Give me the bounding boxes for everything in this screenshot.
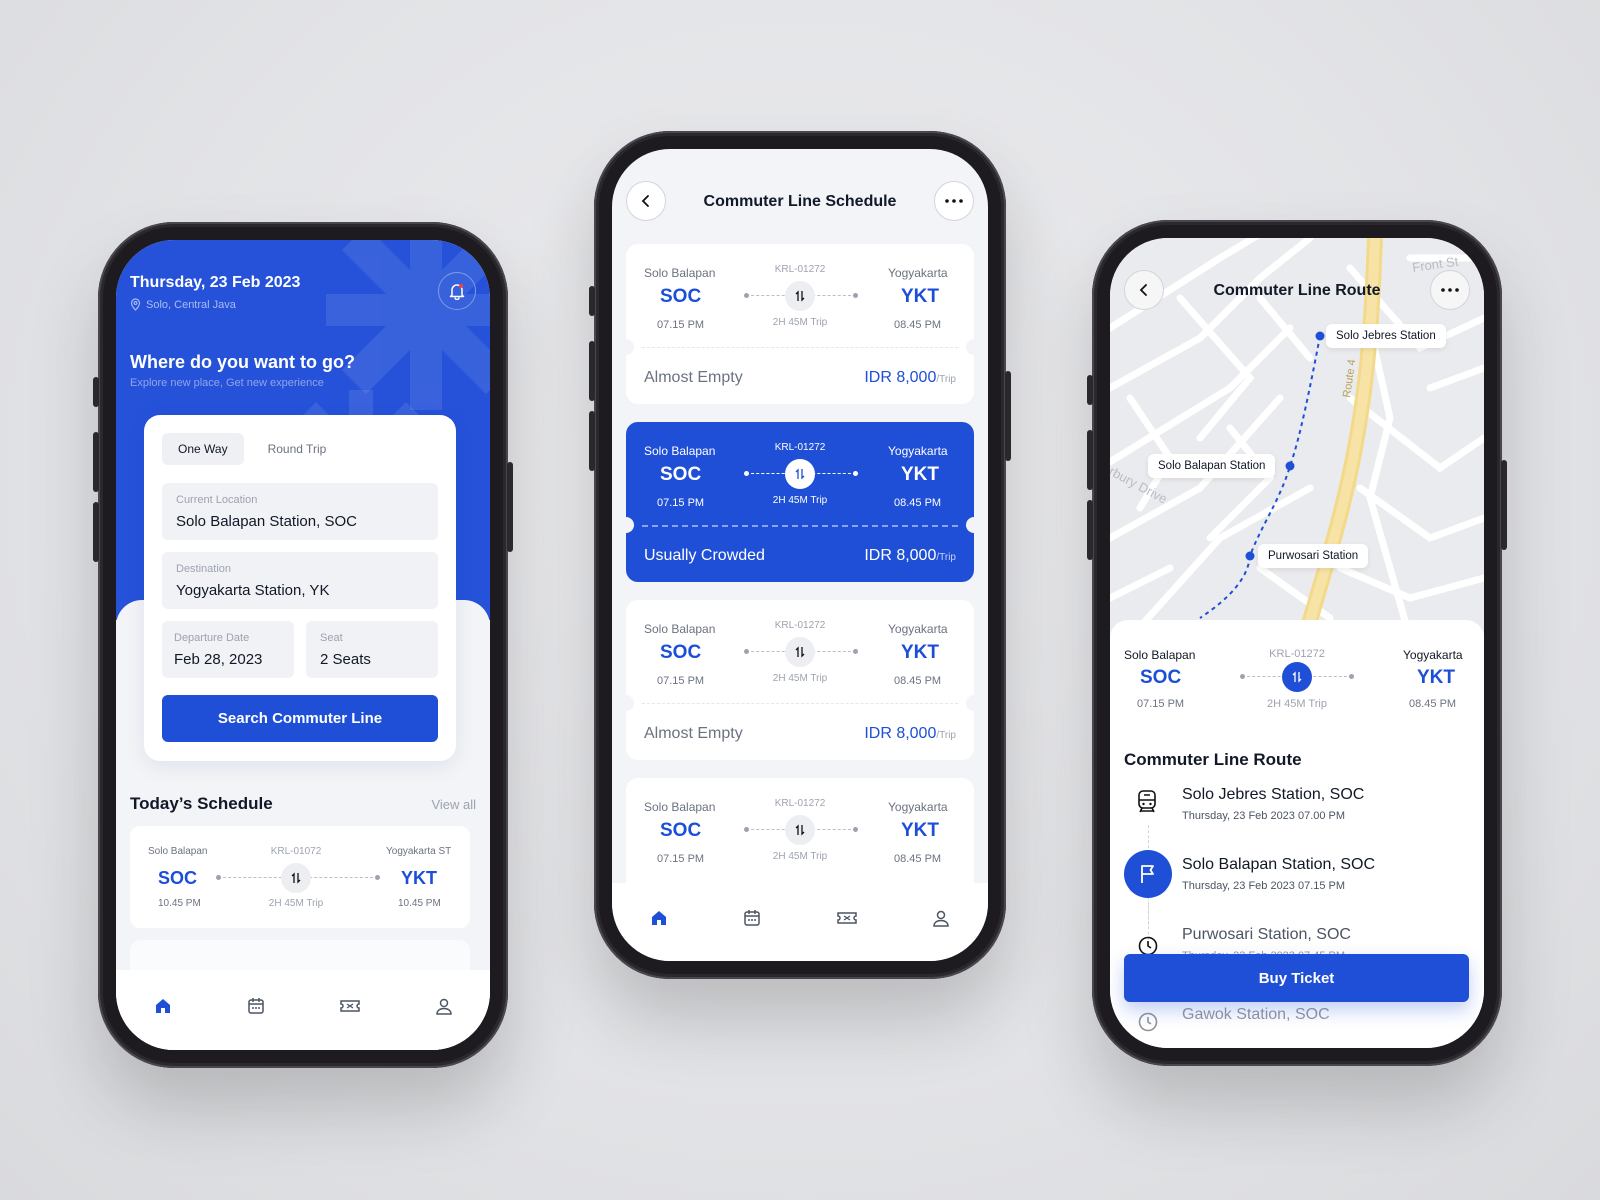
to-time: 08.45 PM (894, 497, 942, 509)
more-icon (945, 199, 963, 203)
route-section-title: Commuter Line Route (1124, 750, 1302, 769)
search-button[interactable]: Search Commuter Line (162, 695, 438, 742)
trip-duration: 2H 45M Trip (772, 317, 828, 328)
swap-icon (281, 863, 311, 893)
home-location: Solo, Central Java (130, 298, 236, 311)
from-station: Solo Balapan (644, 266, 716, 280)
home-icon[interactable] (649, 908, 669, 928)
schedule-card[interactable]: Solo Balapan SOC 07.15 PM KRL-01272 2H 45M T… (626, 244, 974, 404)
tab-round-trip[interactable]: Round Trip (252, 433, 343, 465)
from-code: SOC (660, 464, 702, 485)
from-station: Solo Balapan (644, 622, 716, 636)
ticket-price: IDR 8,000/Trip (864, 547, 956, 564)
swap-icon (785, 815, 815, 845)
bottom-nav (116, 970, 490, 1050)
from-time: 07.15 PM (657, 853, 705, 865)
from-station: Solo Balapan (644, 444, 716, 458)
train-number: KRL-01272 (774, 620, 826, 631)
schedule-card[interactable]: Solo Balapan SOC 07.15 PM KRL-01272 2H 45M T… (626, 600, 974, 760)
to-code: YKT (901, 820, 939, 841)
to-time: 08.45 PM (894, 675, 942, 687)
home-subtitle: Explore new place, Get new experience (130, 377, 324, 389)
route-screen: Front St Route 4 rbury Drive Solo Jebres… (1110, 238, 1484, 1048)
to-code: YKT (901, 464, 939, 485)
from-time: 07.15 PM (657, 497, 705, 509)
trip-duration: 2H 45M Trip (772, 495, 828, 506)
to-station: Yogyakarta (888, 444, 948, 458)
to-station: Yogyakarta (888, 800, 948, 814)
more-button[interactable] (1430, 270, 1470, 310)
from-code: SOC (660, 642, 702, 663)
swap-icon (1282, 662, 1312, 692)
current-location-field[interactable]: Current Location Solo Balapan Station, S… (162, 483, 438, 540)
calendar-icon[interactable] (246, 996, 266, 1016)
calendar-icon[interactable] (742, 908, 762, 928)
trip-duration: 2H 45M Trip (772, 851, 828, 862)
schedule-screen: Commuter Line Schedule Solo Balapan SOC 07… (612, 149, 988, 961)
crowd-status: Almost Empty (644, 725, 743, 742)
to-time: 08.45 PM (894, 319, 942, 331)
from-time: 07.15 PM (657, 319, 705, 331)
ticket-price: IDR 8,000/Trip (864, 369, 956, 386)
to-station: Yogyakarta (888, 622, 948, 636)
crowd-status: Usually Crowded (644, 547, 765, 564)
pin-solo-balapan[interactable]: Solo Balapan Station (1148, 454, 1276, 478)
pin-icon (130, 298, 141, 311)
flag-icon (1124, 850, 1172, 898)
from-code: SOC (660, 286, 702, 307)
schedule-card[interactable]: Solo Balapan SOC 07.15 PM KRL-01272 2H 45M T… (626, 422, 974, 582)
pin-solo-jebres[interactable]: Solo Jebres Station (1326, 324, 1446, 348)
to-time: 08.45 PM (894, 853, 942, 865)
clock-icon (1138, 936, 1158, 956)
view-all-link[interactable]: View all (431, 797, 476, 812)
buy-ticket-button[interactable]: Buy Ticket (1124, 954, 1469, 1002)
profile-icon[interactable] (434, 996, 454, 1016)
from-station: Solo Balapan (644, 800, 716, 814)
swap-icon (785, 459, 815, 489)
ticket-price: IDR 8,000/Trip (864, 725, 956, 742)
departure-date-field[interactable]: Departure Date Feb 28, 2023 (162, 621, 294, 678)
clock-icon (1138, 1012, 1158, 1032)
search-form: One Way Round Trip Current Location Solo… (144, 415, 456, 761)
pin-purwosari[interactable]: Purwosari Station (1258, 544, 1369, 568)
from-code: SOC (660, 820, 702, 841)
trip-duration: 2H 45M Trip (772, 673, 828, 684)
home-icon[interactable] (153, 996, 173, 1016)
from-time: 07.15 PM (657, 675, 705, 687)
tab-one-way[interactable]: One Way (162, 433, 244, 465)
more-icon (1441, 288, 1459, 292)
bell-icon (449, 284, 465, 300)
more-button[interactable] (934, 181, 974, 221)
route-title: Commuter Line Route (1213, 282, 1381, 299)
phone-home: Thursday, 23 Feb 2023 Solo, Central Java… (93, 222, 513, 1068)
home-date: Thursday, 23 Feb 2023 (130, 274, 301, 291)
route-sheet: Solo Balapan SOC 07.15 PM KRL-01272 2H 4… (1110, 620, 1484, 1048)
to-code: YKT (901, 642, 939, 663)
ticket-icon[interactable] (836, 908, 858, 928)
bottom-nav (612, 883, 988, 961)
crowd-status: Almost Empty (644, 369, 743, 386)
train-number: KRL-01272 (774, 442, 826, 453)
to-code: YKT (901, 286, 939, 307)
schedule-title: Today’s Schedule (130, 794, 273, 813)
home-screen: Thursday, 23 Feb 2023 Solo, Central Java… (116, 240, 490, 1050)
ticket-icon[interactable] (339, 996, 361, 1016)
train-number: KRL-01272 (774, 798, 826, 809)
swap-icon (785, 637, 815, 667)
profile-icon[interactable] (931, 908, 951, 928)
schedule-title: Commuter Line Schedule (703, 193, 897, 210)
train-number: KRL-01272 (774, 264, 826, 275)
phone-schedule: Commuter Line Schedule Solo Balapan SOC 07… (589, 131, 1011, 979)
notification-button[interactable] (438, 272, 476, 310)
swap-icon (785, 281, 815, 311)
train-icon (1138, 790, 1156, 813)
mini-trip-card[interactable]: Solo Balapan SOC 10.45 PM KRL-01072 2H 4… (130, 826, 470, 928)
seat-field[interactable]: Seat 2 Seats (306, 621, 438, 678)
to-station: Yogyakarta (888, 266, 948, 280)
phone-route: Front St Route 4 rbury Drive Solo Jebres… (1087, 220, 1507, 1066)
home-question: Where do you want to go? (130, 352, 355, 372)
destination-field[interactable]: Destination Yogyakarta Station, YK (162, 552, 438, 609)
